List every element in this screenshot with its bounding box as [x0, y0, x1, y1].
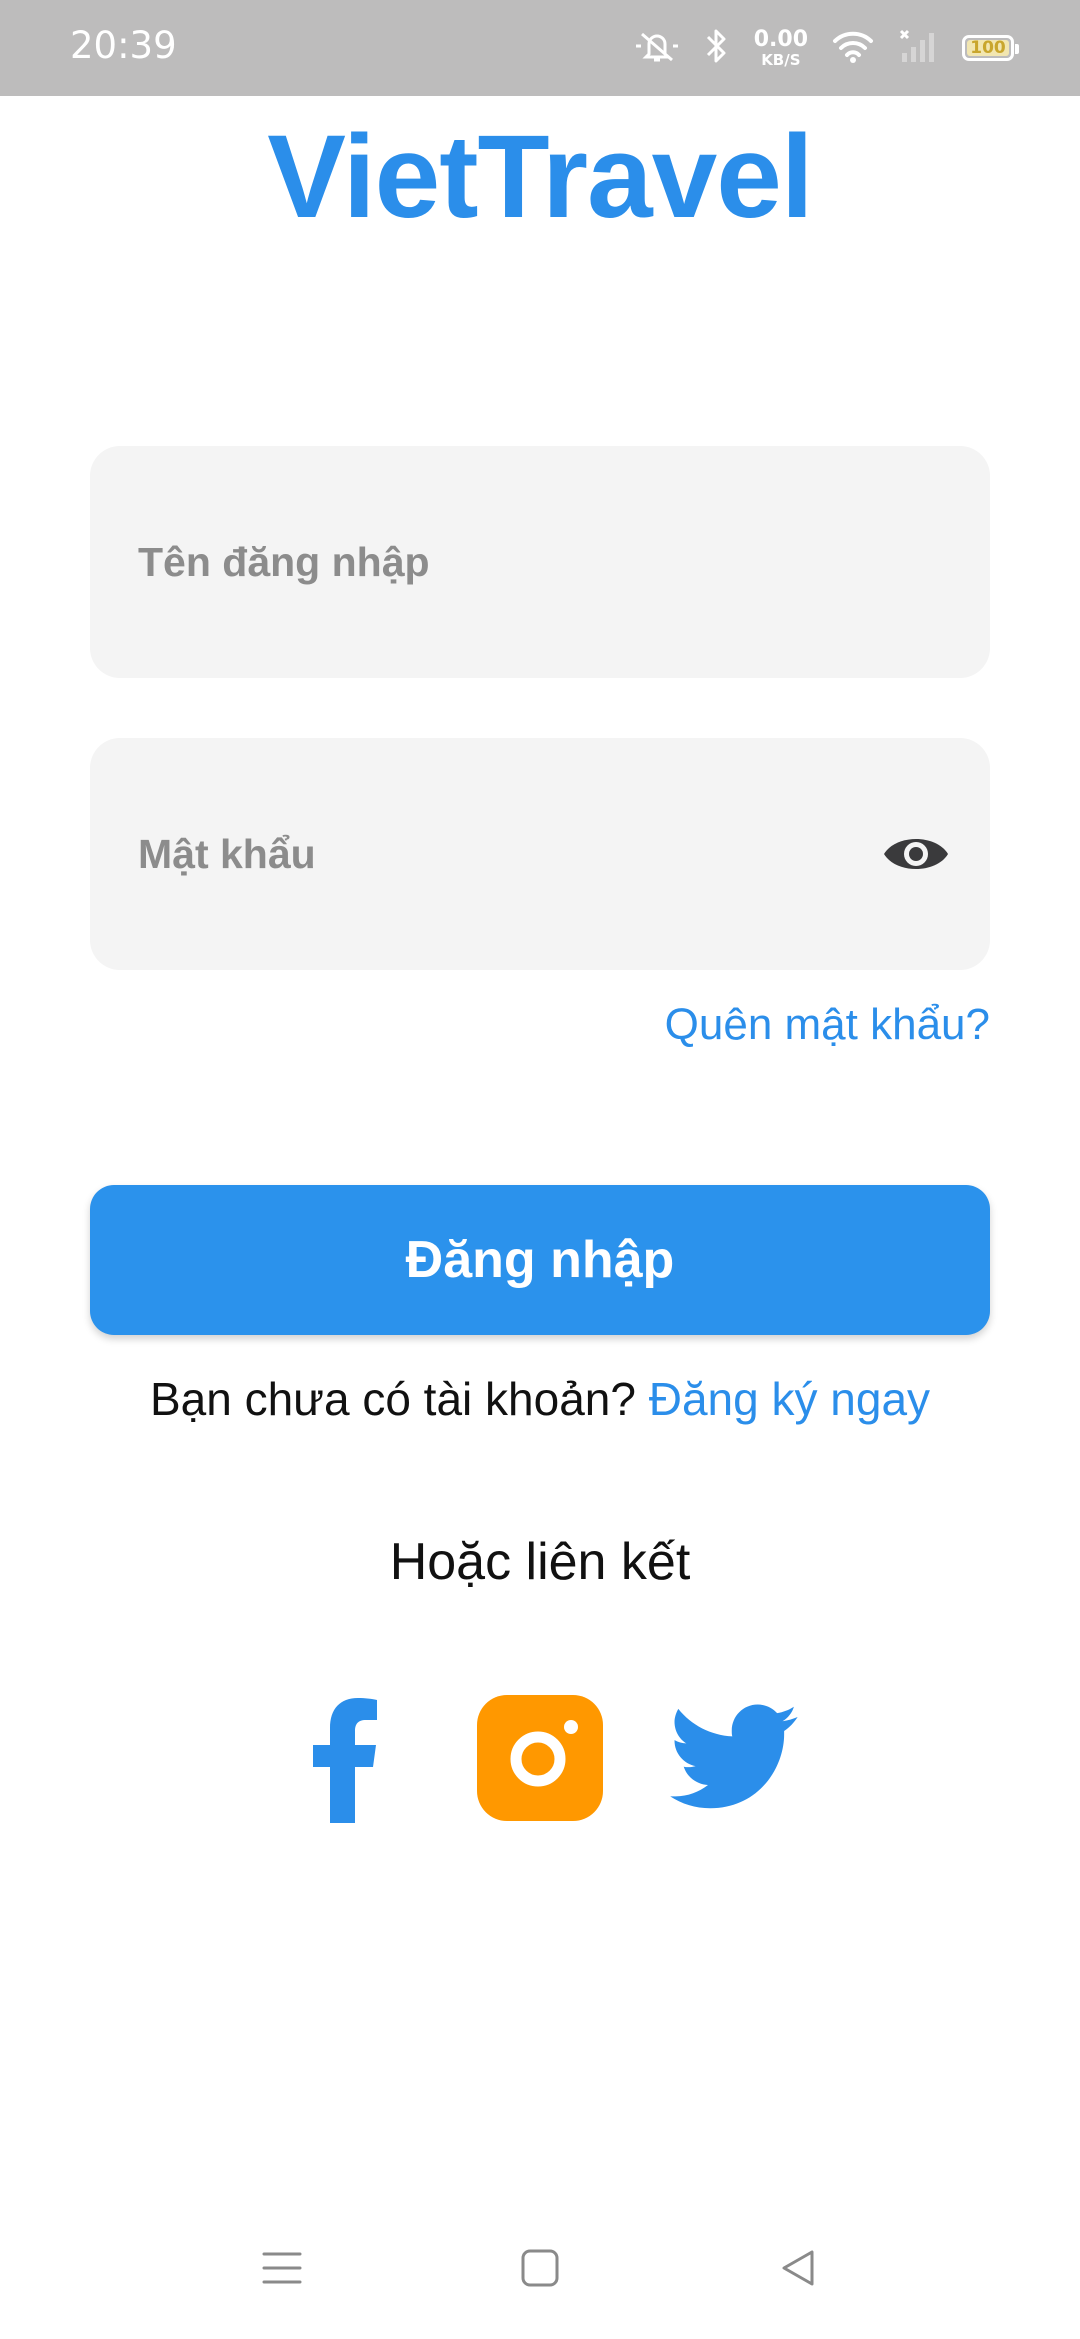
- login-screen: 20:39 0.00 KB/S 100 VietTravel Tên đăng …: [0, 0, 1080, 2339]
- status-bar: 20:39 0.00 KB/S 100: [0, 0, 1080, 96]
- menu-icon: [260, 2248, 304, 2293]
- register-prompt: Bạn chưa có tài khoản?: [149, 1373, 636, 1425]
- network-speed-value: 0.00: [753, 26, 808, 52]
- twitter-button[interactable]: [670, 1695, 800, 1825]
- facebook-button[interactable]: [280, 1695, 410, 1825]
- social-login-label: Hoặc liên kết: [389, 1533, 691, 1591]
- nav-menu-button[interactable]: [252, 2240, 312, 2300]
- bluetooth-icon: [704, 26, 730, 71]
- password-field[interactable]: [90, 738, 990, 970]
- password-input[interactable]: [136, 829, 860, 879]
- register-row: Bạn chưa có tài khoản? Đăng ký ngay: [0, 1372, 1080, 1426]
- no-signal-icon: [898, 27, 938, 70]
- forgot-password-link[interactable]: Quên mật khẩu?: [665, 1000, 990, 1050]
- login-button[interactable]: Đăng nhập: [90, 1185, 990, 1335]
- facebook-icon: [305, 1693, 385, 1828]
- status-icons: 0.00 KB/S 100: [634, 22, 1019, 74]
- register-link[interactable]: Đăng ký ngay: [649, 1373, 930, 1425]
- home-square-icon: [520, 2248, 560, 2293]
- nav-home-button[interactable]: [510, 2240, 570, 2300]
- nav-back-button[interactable]: [768, 2240, 828, 2300]
- wifi-icon: [832, 28, 874, 69]
- mute-icon: [634, 26, 680, 71]
- network-speed-unit: KB/S: [761, 50, 801, 69]
- twitter-icon: [670, 1704, 800, 1817]
- status-time: 20:39: [70, 24, 177, 67]
- battery-icon: 100: [962, 35, 1019, 61]
- eye-icon[interactable]: [880, 818, 952, 890]
- back-triangle-icon: [778, 2248, 818, 2293]
- username-field[interactable]: [90, 446, 990, 678]
- network-speed: 0.00 KB/S: [753, 26, 808, 69]
- navigation-bar: [0, 2220, 1080, 2320]
- instagram-icon: [477, 1694, 603, 1826]
- username-input[interactable]: [136, 537, 860, 587]
- instagram-button[interactable]: [475, 1694, 605, 1826]
- battery-level: 100: [970, 38, 1006, 58]
- app-title: VietTravel: [267, 111, 813, 243]
- social-login-row: [0, 1694, 1080, 1826]
